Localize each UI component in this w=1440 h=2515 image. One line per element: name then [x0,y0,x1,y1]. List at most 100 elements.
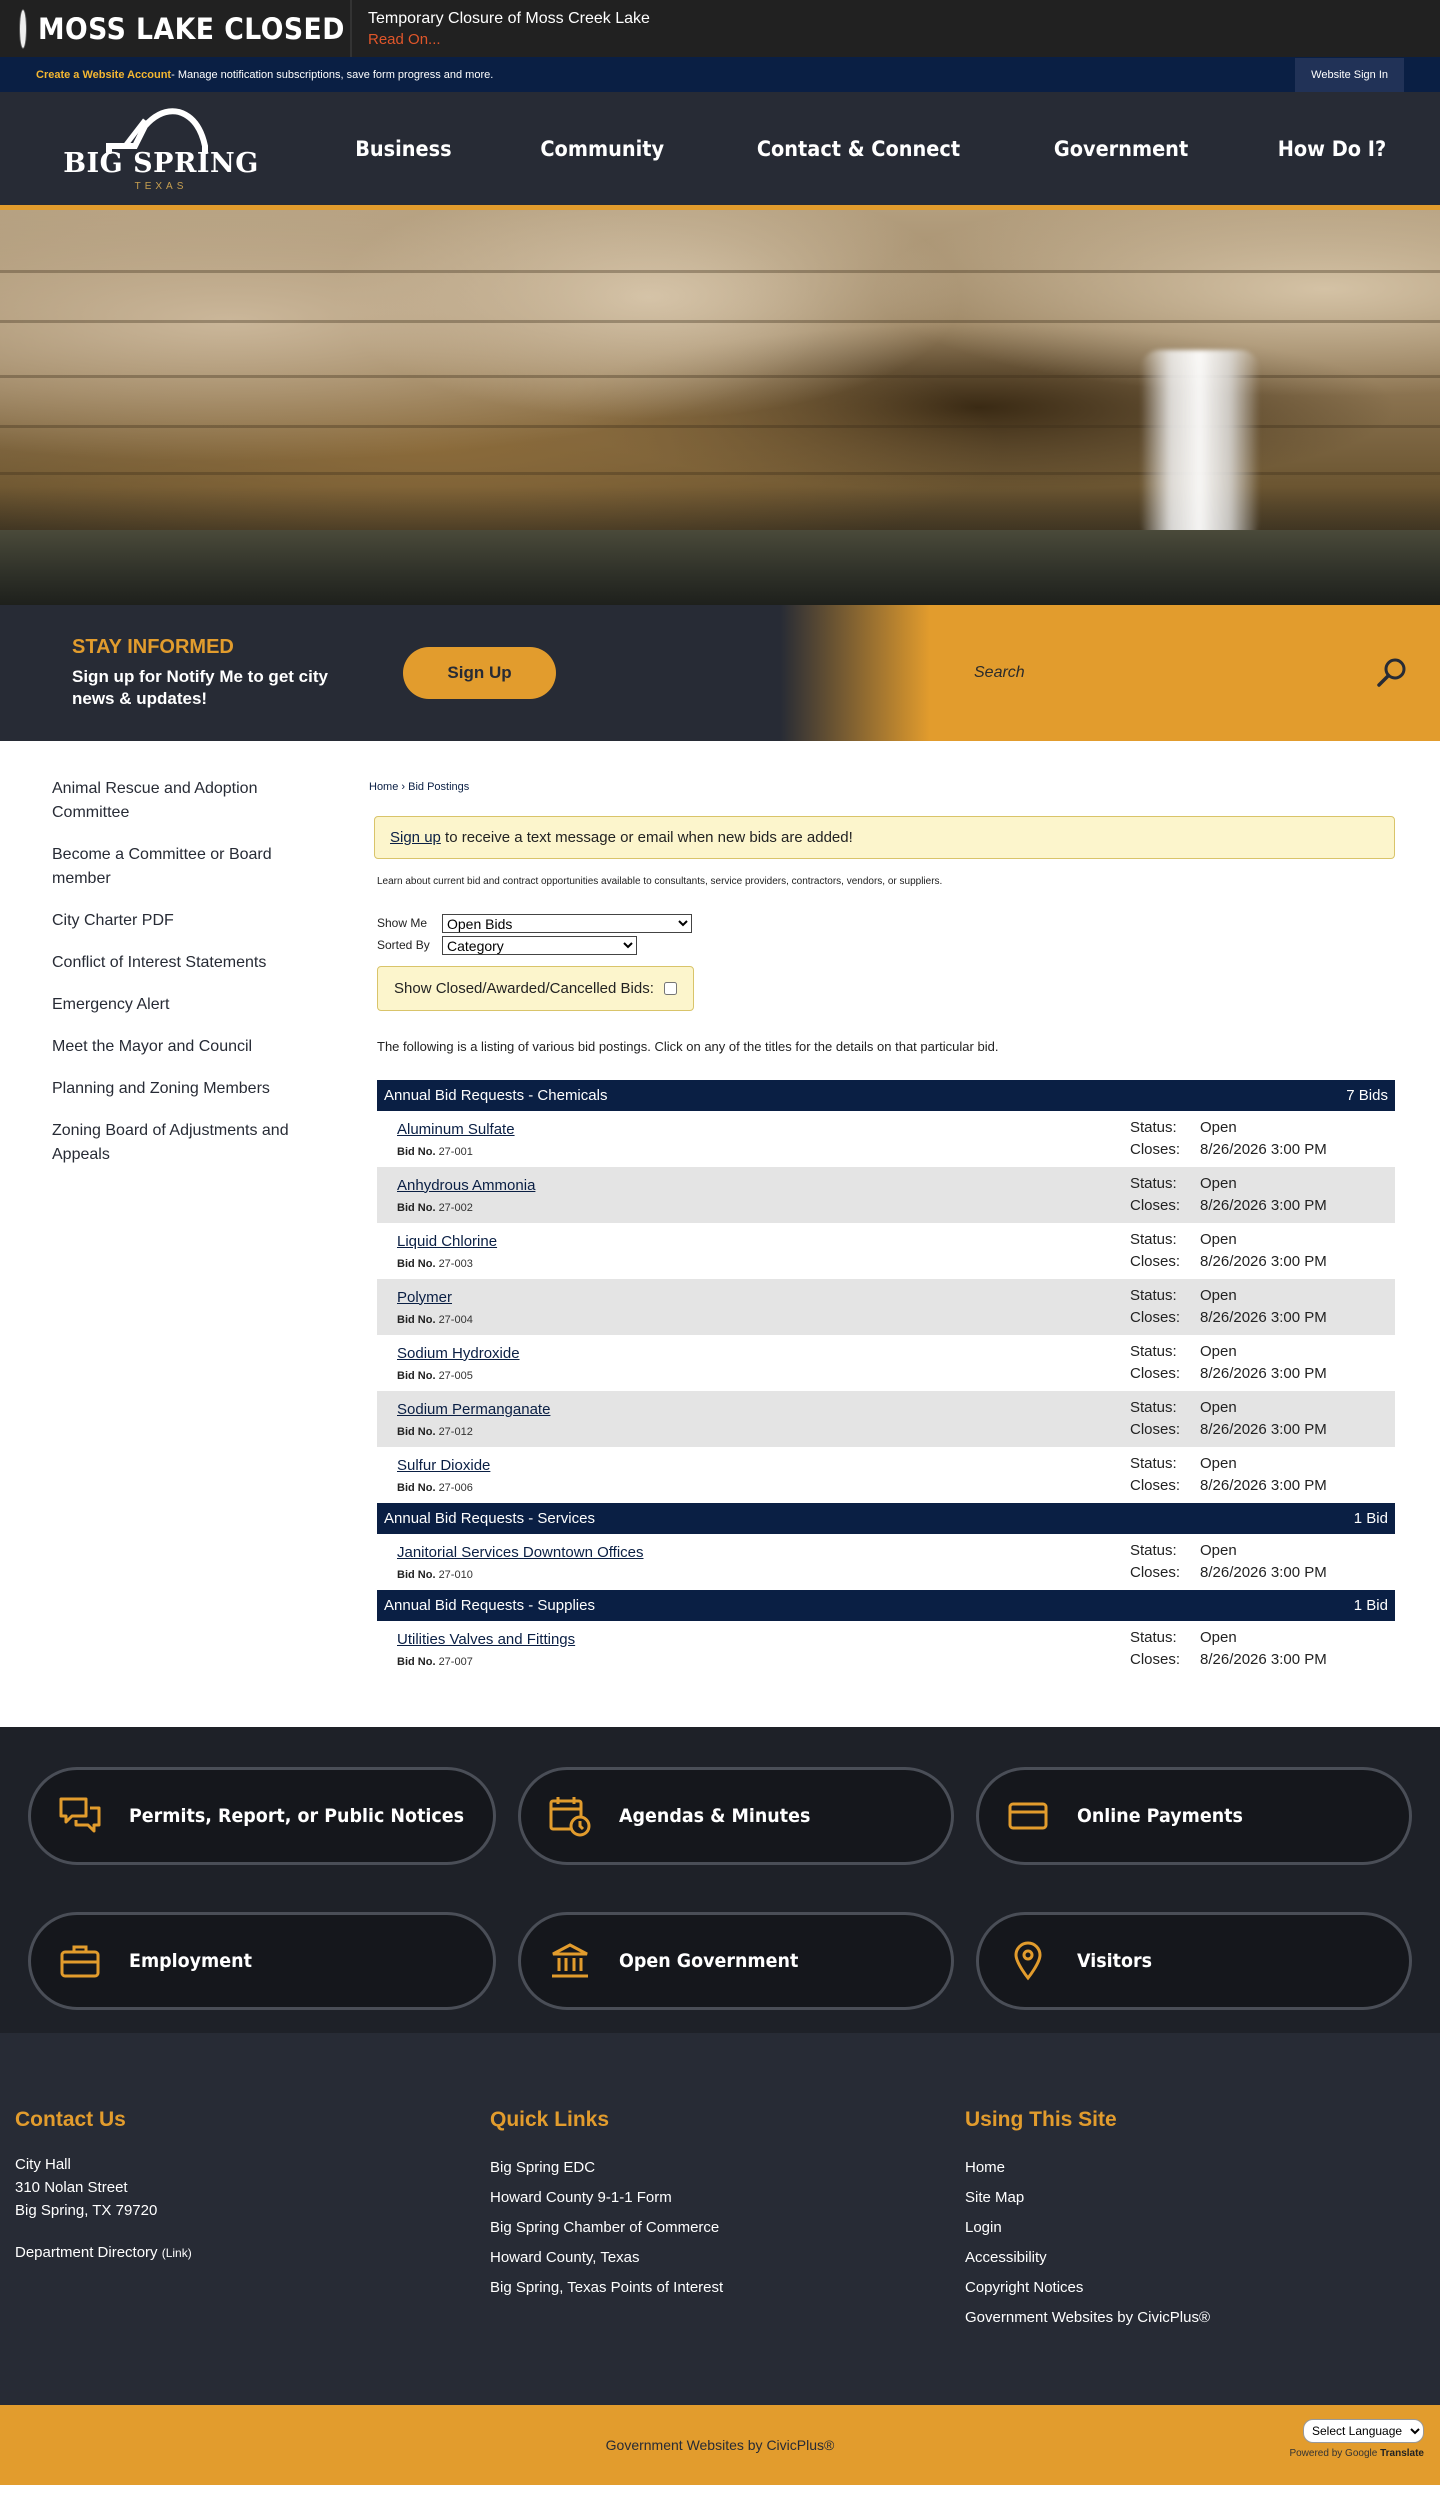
site-link[interactable]: Site Map [965,2183,1440,2213]
quick-link[interactable]: Big Spring, Texas Points of Interest [490,2273,965,2303]
map-pin-icon [1005,1938,1051,1984]
status-label: Status: [1130,1119,1177,1136]
search-icon[interactable] [1374,655,1410,691]
tile-open-government[interactable]: Open Government [518,1912,955,2010]
status-label: Status: [1130,1542,1177,1559]
bid-title-link[interactable]: Polymer [397,1289,1130,1306]
alert-banner[interactable]: MOSS LAKE CLOSED [0,0,352,57]
calendar-clock-icon [547,1793,593,1839]
stay-informed-bar: STAY INFORMED Sign up for Notify Me to g… [0,605,1440,741]
bid-title-link[interactable]: Utilities Valves and Fittings [397,1631,1130,1648]
pool-water [0,530,1440,605]
bid-closes: 8/26/2026 3:00 PM [1200,1421,1327,1438]
footer-quick-links: Quick Links Big Spring EDC Howard County… [490,2108,965,2405]
alert-read-on-link[interactable]: Read On... [368,31,650,48]
category-count: 1 Bid [1353,1510,1388,1527]
civicplus-credit[interactable]: Government Websites by CivicPlus® [606,2437,835,2453]
tile-permits[interactable]: Permits, Report, or Public Notices [28,1767,497,1865]
logo-subtitle: TEXAS [134,180,188,192]
closes-label: Closes: [1130,1365,1181,1382]
briefcase-icon [57,1938,103,1984]
show-me-select[interactable]: Open Bids [442,913,692,933]
site-link[interactable]: Accessibility [965,2243,1440,2273]
tile-agendas[interactable]: Agendas & Minutes [518,1767,955,1865]
status-label: Status: [1130,1399,1177,1416]
tile-online-payments[interactable]: Online Payments [976,1767,1412,1865]
search-input[interactable] [974,664,1374,682]
tile-label: Visitors [1077,1950,1153,1972]
bid-status: Open [1200,1119,1237,1136]
nav-contact-connect[interactable]: Contact & Connect [757,137,960,161]
signup-notice: Sign up to receive a text message or ema… [374,816,1395,859]
quick-link[interactable]: Howard County 9-1-1 Form [490,2183,965,2213]
nav-business[interactable]: Business [356,137,452,161]
bid-closes: 8/26/2026 3:00 PM [1200,1197,1327,1214]
show-closed-label: Show Closed/Awarded/Cancelled Bids: [394,980,654,997]
site-logo[interactable]: BIG SPRING TEXAS [0,106,312,192]
bid-title-link[interactable]: Janitorial Services Downtown Offices [397,1544,1130,1561]
quick-link[interactable]: Big Spring EDC [490,2153,965,2183]
bid-table: Annual Bid Requests - Chemicals 7 Bids Alu… [377,1080,1395,1677]
quick-link[interactable]: Big Spring Chamber of Commerce [490,2213,965,2243]
table-row: Aluminum Sulfate Bid No. 27-001 Status: Ope… [377,1111,1395,1167]
category-name: Annual Bid Requests - Supplies [384,1597,595,1614]
table-row: Utilities Valves and Fittings Bid No. 27-… [377,1621,1395,1677]
sidebar-item-emergency-alert[interactable]: Emergency Alert [52,993,302,1035]
closes-label: Closes: [1130,1564,1181,1581]
sidebar-item-zoning-board[interactable]: Zoning Board of Adjustments and Appeals [52,1119,302,1185]
table-row: Sodium Permanganate Bid No. 27-012 Status:… [377,1391,1395,1447]
breadcrumb: Home › Bid Postings [369,781,470,793]
nav-government[interactable]: Government [1054,137,1188,161]
category-header: Annual Bid Requests - Supplies 1 Bid [377,1590,1395,1621]
nav-how-do-i[interactable]: How Do I? [1277,137,1385,161]
sidebar-item-planning-zoning[interactable]: Planning and Zoning Members [52,1077,302,1119]
sidebar-item-mayor-council[interactable]: Meet the Mayor and Council [52,1035,302,1077]
site-link[interactable]: Government Websites by CivicPlus® [965,2303,1440,2333]
bid-title-link[interactable]: Sodium Permanganate [397,1401,1130,1418]
nav-community[interactable]: Community [540,137,664,161]
tile-visitors[interactable]: Visitors [976,1912,1412,2010]
alert-message: Temporary Closure of Moss Creek Lake [368,9,650,27]
create-account-description: - Manage notification subscriptions, sav… [171,68,494,81]
notice-sign-up-link[interactable]: Sign up [390,829,441,846]
bid-title-link[interactable]: Anhydrous Ammonia [397,1177,1130,1194]
sign-up-button[interactable]: Sign Up [403,647,556,699]
breadcrumb-home[interactable]: Home [369,781,398,793]
bid-title-link[interactable]: Liquid Chlorine [397,1233,1130,1250]
create-account-link[interactable]: Create a Website Account [36,69,171,81]
bottom-bar: Government Websites by CivicPlus® Select… [0,2405,1440,2485]
quick-link[interactable]: Howard County, Texas [490,2243,965,2273]
status-label: Status: [1130,1175,1177,1192]
website-sign-in-button[interactable]: Website Sign In [1295,57,1404,92]
sorted-by-label: Sorted By [377,938,430,952]
tile-label: Agendas & Minutes [619,1805,811,1827]
department-directory-link[interactable]: Department Directory [15,2244,158,2261]
sidebar-item-committee-member[interactable]: Become a Committee or Board member [52,843,302,909]
footer-quick-links-title: Quick Links [490,2108,610,2131]
sidebar-item-conflict-of-interest[interactable]: Conflict of Interest Statements [52,951,302,993]
bid-title-link[interactable]: Sulfur Dioxide [397,1457,1130,1474]
tile-employment[interactable]: Employment [28,1912,497,2010]
language-select[interactable]: Select Language [1303,2419,1424,2443]
bid-closes: 8/26/2026 3:00 PM [1200,1477,1327,1494]
bid-number: Bid No. 27-006 [397,1481,473,1494]
search-area [930,605,1440,741]
bid-title-link[interactable]: Aluminum Sulfate [397,1121,1130,1138]
site-link[interactable]: Login [965,2213,1440,2243]
main-nav: Business Community Contact & Connect Gov… [312,137,1440,161]
sidebar-item-city-charter[interactable]: City Charter PDF [52,909,302,951]
bid-status: Open [1200,1542,1237,1559]
contact-line: 310 Nolan Street [15,2179,128,2196]
site-link[interactable]: Home [965,2153,1440,2183]
sorted-by-select[interactable]: Category [442,935,637,955]
footer-contact-title: Contact Us [15,2108,126,2131]
site-footer: Contact Us City Hall 310 Nolan Street Bi… [0,2033,1440,2405]
closes-label: Closes: [1130,1141,1181,1158]
learn-text: Learn about current bid and contract opp… [377,876,943,887]
category-name: Annual Bid Requests - Chemicals [384,1087,608,1104]
bid-title-link[interactable]: Sodium Hydroxide [397,1345,1130,1362]
site-link[interactable]: Copyright Notices [965,2273,1440,2303]
show-closed-checkbox[interactable] [663,982,677,995]
table-row: Sulfur Dioxide Bid No. 27-006 Status: Open C… [377,1447,1395,1503]
sidebar-item-animal-rescue[interactable]: Animal Rescue and Adoption Committee [52,777,302,843]
